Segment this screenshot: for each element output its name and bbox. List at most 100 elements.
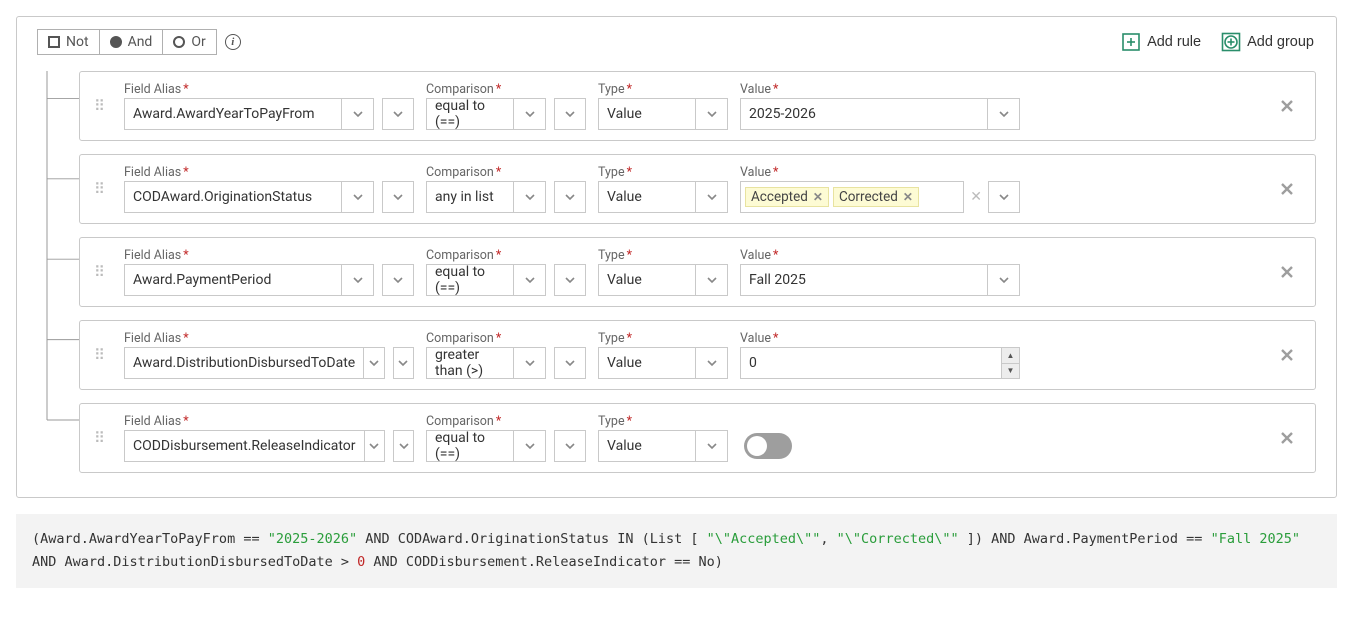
- chevron-down-icon[interactable]: [696, 430, 728, 462]
- field-label: Type *: [598, 414, 728, 429]
- chevron-down-icon[interactable]: [382, 98, 414, 130]
- remove-rule-button[interactable]: [1273, 97, 1301, 115]
- chevron-down-icon[interactable]: [696, 98, 728, 130]
- tree-lines: [37, 71, 79, 473]
- remove-rule-button[interactable]: [1273, 346, 1301, 364]
- field-value: Value * 0 ▲ ▼: [740, 331, 1020, 379]
- chevron-down-icon[interactable]: [514, 181, 546, 213]
- spinner-down[interactable]: ▼: [1002, 363, 1019, 379]
- logic-segment: Not And Or: [37, 29, 217, 55]
- chevron-down-icon[interactable]: [514, 347, 546, 379]
- chevron-down-icon[interactable]: [342, 98, 374, 130]
- field-field_alias: Field Alias * CODAward.OriginationStatus: [124, 165, 414, 213]
- add-group-button[interactable]: Add group: [1219, 30, 1316, 54]
- remove-tag-icon[interactable]: ✕: [813, 190, 823, 204]
- not-toggle[interactable]: Not: [38, 30, 99, 54]
- field-field_alias: Field Alias * CODDisbursement.ReleaseInd…: [124, 414, 414, 462]
- chevron-down-icon[interactable]: [342, 181, 374, 213]
- value-tag: Accepted ✕: [745, 187, 829, 207]
- comparison-value[interactable]: equal to (==): [426, 98, 514, 130]
- chevron-down-icon[interactable]: [382, 181, 414, 213]
- chevron-down-icon[interactable]: [554, 347, 586, 379]
- and-label: And: [128, 34, 153, 50]
- value-tag: Corrected ✕: [833, 187, 919, 207]
- chevron-down-icon[interactable]: [514, 430, 546, 462]
- type-value[interactable]: Value: [598, 98, 696, 130]
- field-type: Type * Value: [598, 331, 728, 379]
- chevron-down-icon[interactable]: [988, 264, 1020, 296]
- or-toggle[interactable]: Or: [162, 30, 215, 54]
- field-label: Comparison *: [426, 82, 586, 97]
- value-input[interactable]: Fall 2025: [740, 264, 988, 296]
- chevron-down-icon[interactable]: [514, 264, 546, 296]
- clear-tags-icon[interactable]: ✕: [964, 189, 988, 205]
- logic-mode-group: Not And Or i: [37, 29, 241, 55]
- rules-list: ⠿ Field Alias * Award.AwardYearToPayFrom…: [79, 71, 1316, 473]
- not-label: Not: [66, 34, 89, 50]
- field-value: [740, 433, 792, 462]
- field-label: Comparison *: [426, 331, 586, 346]
- remove-tag-icon[interactable]: ✕: [903, 190, 913, 204]
- chevron-down-icon[interactable]: [365, 430, 386, 462]
- chevron-down-icon[interactable]: [696, 264, 728, 296]
- drag-handle-icon[interactable]: ⠿: [94, 351, 114, 359]
- chevron-down-icon[interactable]: [696, 181, 728, 213]
- value-number-input[interactable]: 0: [740, 347, 1002, 379]
- chevron-down-icon[interactable]: [393, 430, 414, 462]
- field-comparison: Comparison * equal to (==): [426, 82, 586, 130]
- field-comparison: Comparison * greater than (>): [426, 331, 586, 379]
- field-label: Value *: [740, 331, 1020, 346]
- chevron-down-icon[interactable]: [696, 347, 728, 379]
- radio-icon: [173, 36, 185, 48]
- chevron-down-icon[interactable]: [364, 347, 385, 379]
- field-field_alias: Field Alias * Award.DistributionDisburse…: [124, 331, 414, 379]
- add-rule-button[interactable]: Add rule: [1119, 30, 1203, 54]
- drag-handle-icon[interactable]: ⠿: [94, 102, 114, 110]
- drag-handle-icon[interactable]: ⠿: [94, 434, 114, 442]
- field-label: Comparison *: [426, 414, 586, 429]
- comparison-value[interactable]: any in list: [426, 181, 514, 213]
- rule-row: ⠿ Field Alias * CODDisbursement.ReleaseI…: [79, 403, 1316, 473]
- value-input[interactable]: 2025-2026: [740, 98, 988, 130]
- type-value[interactable]: Value: [598, 181, 696, 213]
- field_alias-value[interactable]: CODDisbursement.ReleaseIndicator: [124, 430, 365, 462]
- chevron-down-icon[interactable]: [988, 181, 1020, 213]
- field_alias-value[interactable]: Award.AwardYearToPayFrom: [124, 98, 342, 130]
- field_alias-value[interactable]: Award.PaymentPeriod: [124, 264, 342, 296]
- value-tags-input[interactable]: Accepted ✕Corrected ✕: [740, 181, 964, 213]
- chevron-down-icon[interactable]: [988, 98, 1020, 130]
- field-type: Type * Value: [598, 165, 728, 213]
- spinner-up[interactable]: ▲: [1002, 348, 1019, 363]
- field_alias-value[interactable]: CODAward.OriginationStatus: [124, 181, 342, 213]
- comparison-value[interactable]: equal to (==): [426, 430, 514, 462]
- builder-header: Not And Or i Add rule: [37, 29, 1316, 55]
- type-value[interactable]: Value: [598, 264, 696, 296]
- radio-filled-icon: [110, 36, 122, 48]
- field-type: Type * Value: [598, 82, 728, 130]
- remove-rule-button[interactable]: [1273, 429, 1301, 447]
- chevron-down-icon[interactable]: [554, 181, 586, 213]
- field_alias-value[interactable]: Award.DistributionDisbursedToDate: [124, 347, 364, 379]
- drag-handle-icon[interactable]: ⠿: [94, 185, 114, 193]
- value-toggle[interactable]: [744, 433, 792, 459]
- chevron-down-icon[interactable]: [514, 98, 546, 130]
- chevron-down-icon[interactable]: [342, 264, 374, 296]
- chevron-down-icon[interactable]: [554, 98, 586, 130]
- comparison-value[interactable]: equal to (==): [426, 264, 514, 296]
- info-icon[interactable]: i: [225, 34, 241, 50]
- comparison-value[interactable]: greater than (>): [426, 347, 514, 379]
- drag-handle-icon[interactable]: ⠿: [94, 268, 114, 276]
- number-spinner: ▲ ▼: [1002, 347, 1020, 379]
- type-value[interactable]: Value: [598, 347, 696, 379]
- field-field_alias: Field Alias * Award.PaymentPeriod: [124, 248, 414, 296]
- plus-circle-icon: [1221, 32, 1241, 52]
- chevron-down-icon[interactable]: [554, 430, 586, 462]
- remove-rule-button[interactable]: [1273, 180, 1301, 198]
- and-toggle[interactable]: And: [99, 30, 163, 54]
- chevron-down-icon[interactable]: [554, 264, 586, 296]
- chevron-down-icon[interactable]: [393, 347, 414, 379]
- chevron-down-icon[interactable]: [382, 264, 414, 296]
- rule-fields: Field Alias * Award.AwardYearToPayFrom C…: [124, 82, 1267, 130]
- remove-rule-button[interactable]: [1273, 263, 1301, 281]
- type-value[interactable]: Value: [598, 430, 696, 462]
